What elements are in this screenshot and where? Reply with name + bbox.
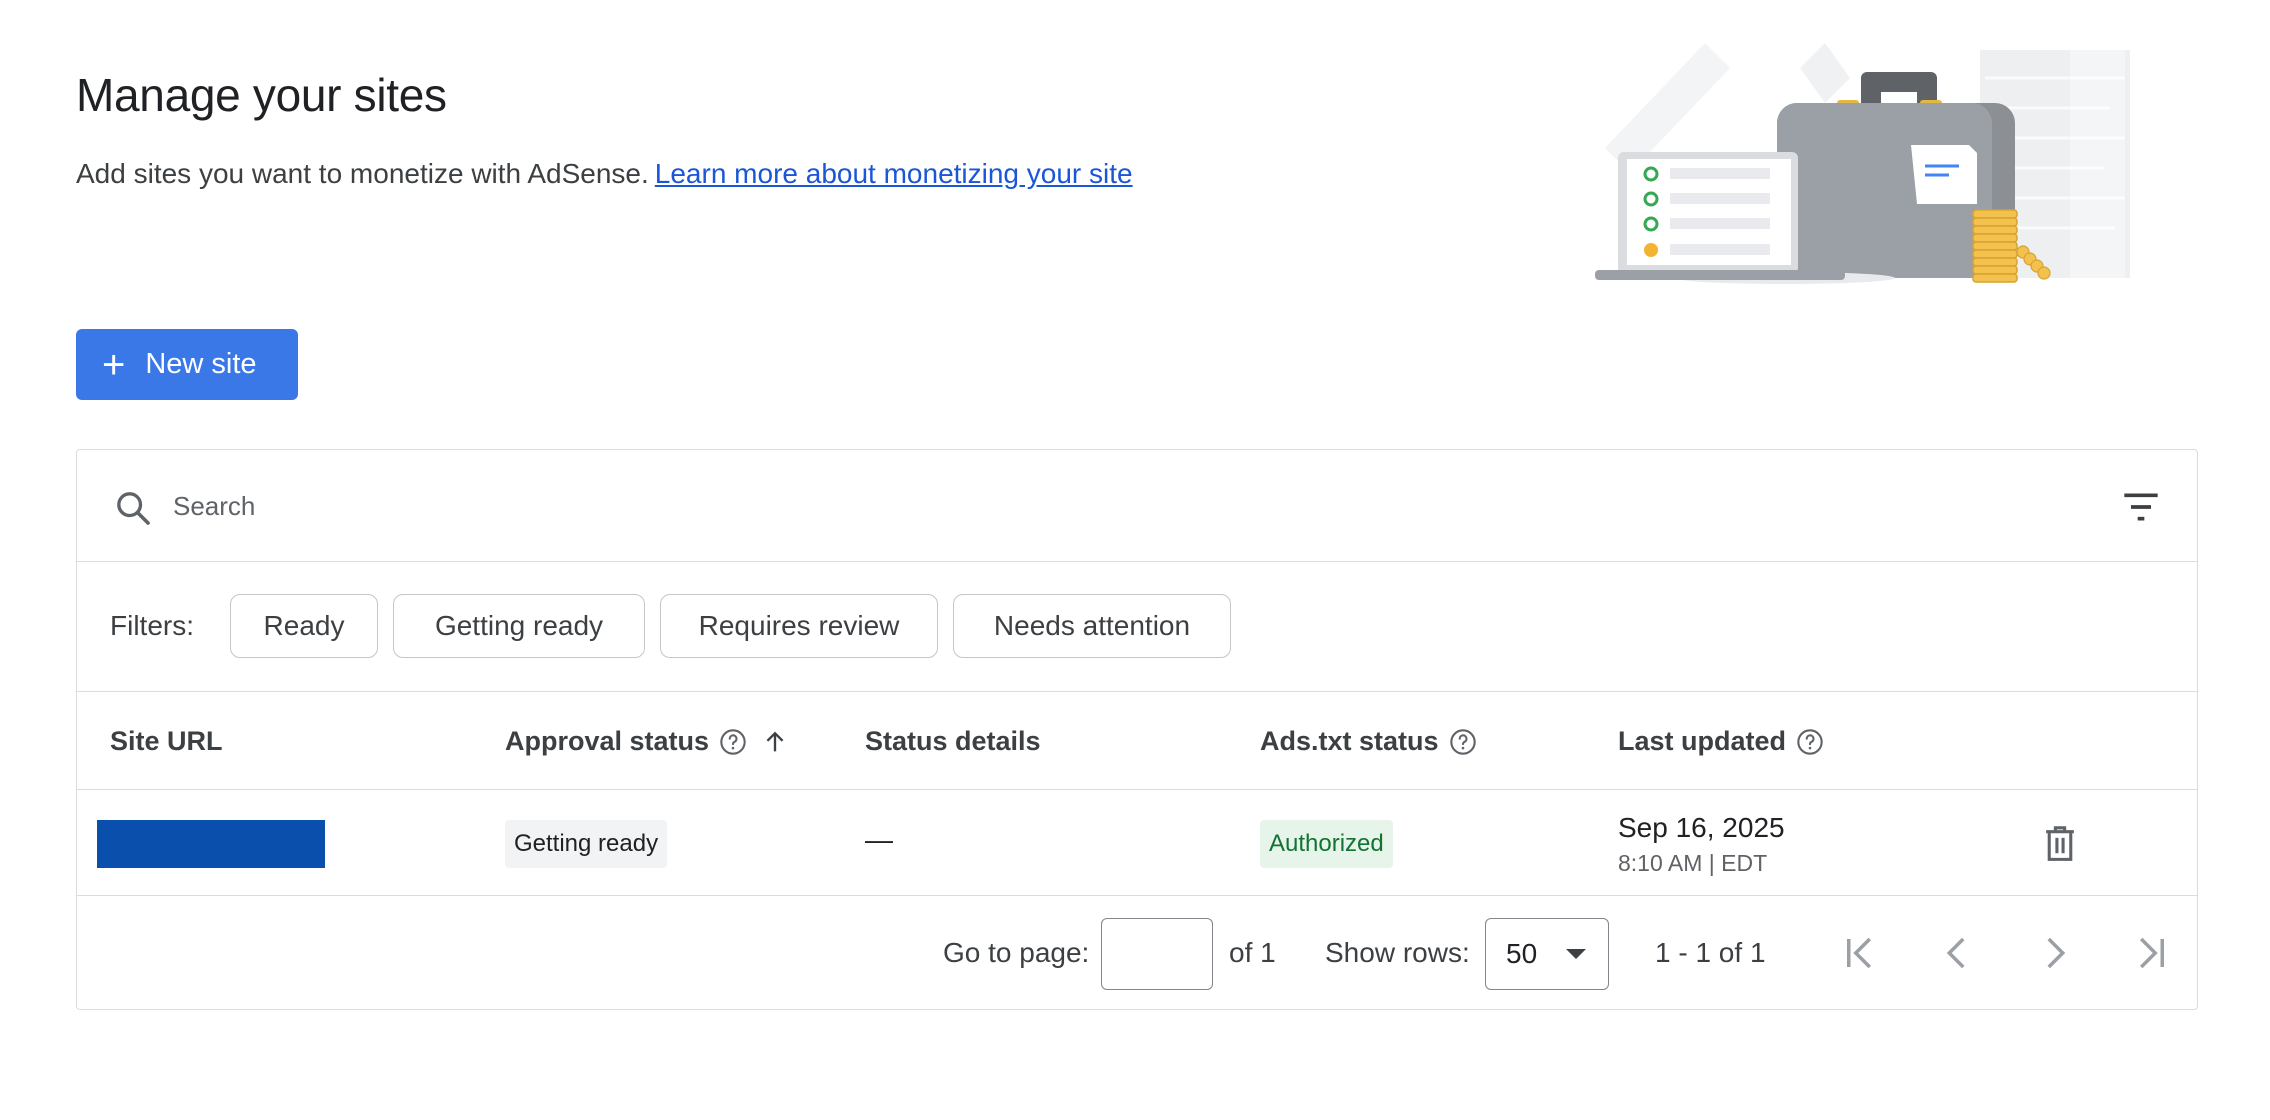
filter-chip-ready[interactable]: Ready	[230, 594, 378, 658]
column-status-details[interactable]: Status details	[865, 726, 1041, 757]
page-title: Manage your sites	[76, 69, 447, 121]
rows-per-page-value: 50	[1506, 938, 1538, 969]
new-site-button[interactable]: + New site	[76, 329, 298, 400]
search-icon	[117, 492, 150, 525]
plus-icon: +	[102, 342, 126, 387]
pagination-bar: Go to page: of 1 Show rows: 50 1 - 1 of …	[77, 896, 2197, 1010]
sites-table-card: Filters: Ready Getting ready Requires re…	[76, 449, 2198, 1010]
last-page-icon[interactable]	[2129, 932, 2171, 974]
last-updated-time: 8:10 AM | EDT	[1618, 850, 1768, 876]
status-details-value: —	[865, 824, 893, 855]
column-label: Ads.txt status	[1260, 726, 1439, 756]
ads-txt-status-badge: Authorized	[1260, 820, 1393, 868]
range-text: 1 - 1 of 1	[1655, 937, 1766, 968]
sort-ascending-icon[interactable]	[761, 728, 789, 756]
go-to-page-label: Go to page:	[943, 937, 1090, 968]
new-site-label: New site	[145, 348, 257, 380]
help-icon[interactable]	[719, 728, 747, 756]
column-approval-status[interactable]: Approval status	[505, 726, 789, 757]
column-label: Site URL	[110, 726, 223, 756]
dropdown-arrow-icon	[1566, 949, 1586, 959]
table-header: Site URL Approval status Status details …	[77, 692, 2197, 790]
filter-chip-getting-ready[interactable]: Getting ready	[393, 594, 645, 658]
column-label: Last updated	[1618, 726, 1787, 756]
next-page-icon[interactable]	[2033, 932, 2075, 974]
search-bar	[77, 450, 2197, 562]
column-last-updated[interactable]: Last updated	[1618, 726, 1824, 757]
monetization-illustration	[1595, 43, 2130, 284]
delete-icon[interactable]	[2041, 824, 2079, 864]
filters-label: Filters:	[110, 610, 194, 641]
go-to-page-input[interactable]	[1101, 918, 1213, 990]
column-label: Approval status	[505, 726, 710, 756]
first-page-icon[interactable]	[1840, 932, 1882, 974]
help-icon[interactable]	[1796, 728, 1824, 756]
previous-page-icon[interactable]	[1937, 932, 1979, 974]
table-row[interactable]: Getting ready — Authorized Sep 16, 2025 …	[77, 790, 2197, 896]
filter-chip-requires-review[interactable]: Requires review	[660, 594, 938, 658]
page-subtitle: Add sites you want to monetize with AdSe…	[76, 158, 1133, 190]
filter-list-icon[interactable]	[2121, 490, 2161, 524]
show-rows-label: Show rows:	[1325, 937, 1470, 968]
rows-per-page-select[interactable]: 50	[1485, 918, 1609, 990]
last-updated-date: Sep 16, 2025	[1618, 812, 1785, 843]
site-url-redacted[interactable]	[97, 820, 325, 868]
page-count: of 1	[1229, 937, 1276, 968]
subtitle-text: Add sites you want to monetize with AdSe…	[76, 158, 649, 189]
search-input[interactable]	[173, 480, 1173, 532]
learn-more-link[interactable]: Learn more about monetizing your site	[655, 158, 1133, 189]
filter-chip-needs-attention[interactable]: Needs attention	[953, 594, 1231, 658]
column-ads-txt-status[interactable]: Ads.txt status	[1260, 726, 1477, 757]
column-label: Status details	[865, 726, 1041, 756]
help-icon[interactable]	[1449, 728, 1477, 756]
filters-bar: Filters: Ready Getting ready Requires re…	[77, 562, 2197, 692]
column-site-url[interactable]: Site URL	[110, 726, 223, 757]
approval-status-badge: Getting ready	[505, 820, 668, 868]
